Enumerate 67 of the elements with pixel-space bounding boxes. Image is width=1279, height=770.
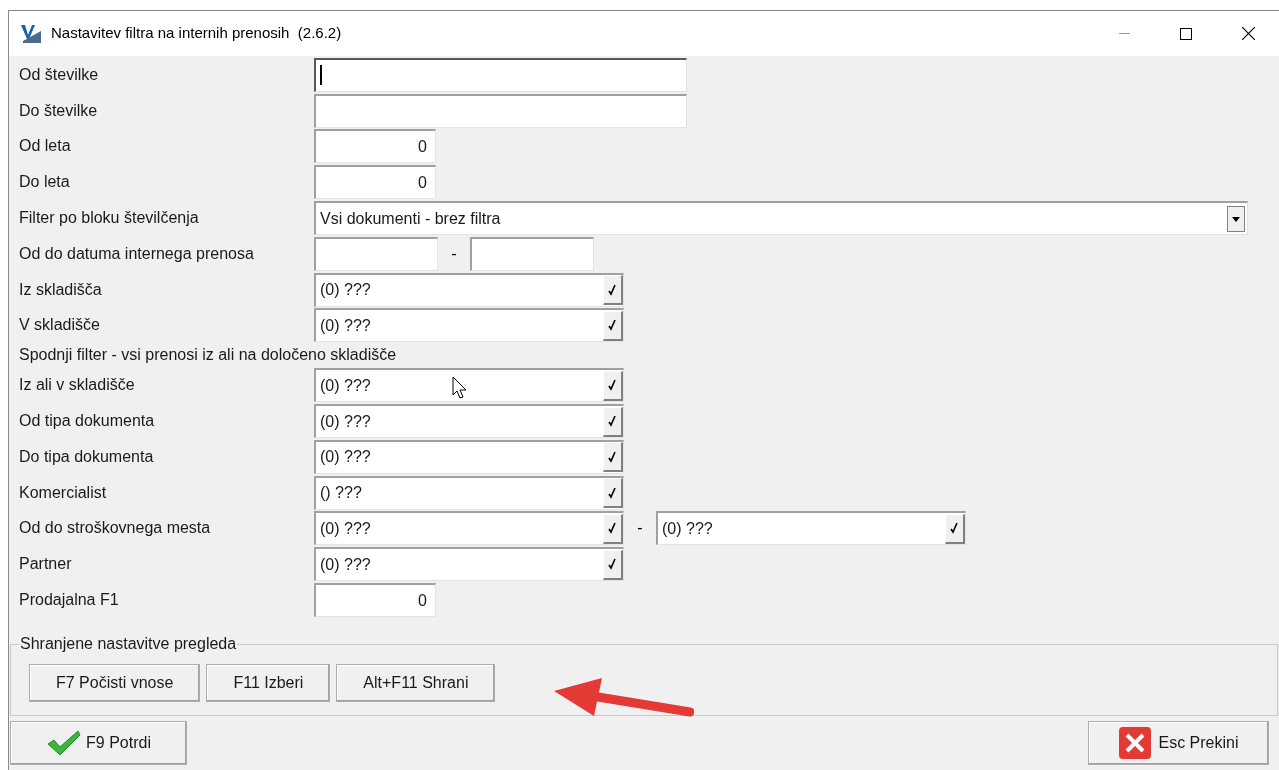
field-label: Od do stroškovnega mesta (19, 518, 212, 539)
lookup-field[interactable]: (0) ??? (314, 308, 624, 343)
lookup-field[interactable]: (0) ??? (656, 511, 966, 546)
text-caret (320, 65, 322, 86)
check-icon (608, 282, 617, 297)
lookup-field[interactable]: (0) ??? (314, 511, 624, 546)
check-button[interactable] (603, 275, 623, 306)
check-button[interactable] (603, 310, 623, 341)
check-icon (950, 521, 959, 536)
date-field[interactable] (470, 236, 594, 271)
number-field[interactable]: 0 (314, 583, 436, 618)
field-label: Do tipa dokumenta (19, 446, 155, 467)
cancel-icon (1118, 725, 1153, 760)
check-button[interactable] (603, 513, 623, 544)
lookup-field[interactable]: (0) ??? (314, 272, 624, 307)
field-label: Od tipa dokumenta (19, 411, 156, 432)
field-label: Prodajalna F1 (19, 590, 120, 611)
app-logo-icon (19, 22, 43, 45)
check-button[interactable] (945, 513, 965, 544)
check-icon (608, 378, 617, 393)
action-button[interactable]: F7 Počisti vnose (29, 663, 201, 702)
check-button[interactable] (603, 406, 623, 437)
field-label: Partner (19, 554, 73, 575)
check-icon (608, 449, 617, 464)
number-field[interactable]: 0 (314, 165, 436, 200)
input-field[interactable] (314, 93, 687, 128)
section-note: Spodnji filter - vsi prenosi iz ali na določeno skladišče (19, 345, 397, 366)
check-icon (608, 521, 617, 536)
check-button[interactable] (603, 478, 623, 509)
field-label: V skladišče (19, 315, 101, 336)
field-label: Od številke (19, 64, 100, 85)
field-label: Do številke (19, 100, 99, 121)
check-icon (608, 557, 617, 572)
field-label: Iz skladišča (19, 279, 103, 300)
field-label: Od leta (19, 136, 72, 157)
maximize-icon (1180, 27, 1192, 40)
lookup-field[interactable]: () ??? (314, 475, 624, 510)
range-separator: - (636, 518, 644, 539)
check-icon (608, 318, 617, 333)
action-button[interactable]: Alt+F11 Shrani (336, 663, 496, 702)
field-label: Iz ali v skladišče (19, 375, 136, 396)
date-field[interactable] (314, 236, 438, 271)
field-label: Komercialist (19, 482, 108, 503)
lookup-field[interactable]: (0) ??? (314, 547, 624, 582)
minimize-icon (1118, 32, 1130, 35)
confirm-button[interactable]: F9 Potrdi (10, 720, 187, 765)
action-button[interactable]: F11 Izberi (206, 663, 331, 702)
check-button[interactable] (603, 442, 623, 473)
field-label: Do leta (19, 172, 71, 193)
lookup-field[interactable]: (0) ??? (314, 368, 624, 403)
check-icon (608, 414, 617, 429)
close-icon (1241, 27, 1255, 40)
check-icon (608, 485, 617, 500)
field-label: Filter po bloku številčenja (19, 208, 200, 229)
range-separator: - (450, 243, 458, 264)
checkmark-icon (46, 728, 83, 757)
check-button[interactable] (603, 549, 623, 580)
lookup-field[interactable]: (0) ??? (314, 404, 624, 439)
field-label: Od do datuma internega prenosa (19, 243, 255, 264)
window-title: Nastavitev filtra na internih prenosih (2.6.2) (51, 23, 342, 44)
dropdown[interactable]: Vsi dokumenti - brez filtra (314, 201, 1248, 236)
mouse-cursor-icon (452, 376, 468, 400)
cancel-button[interactable]: Esc Prekini (1088, 720, 1269, 765)
lookup-field[interactable]: (0) ??? (314, 439, 624, 474)
input-field[interactable] (314, 57, 687, 92)
number-field[interactable]: 0 (314, 129, 436, 164)
check-button[interactable] (603, 370, 623, 401)
